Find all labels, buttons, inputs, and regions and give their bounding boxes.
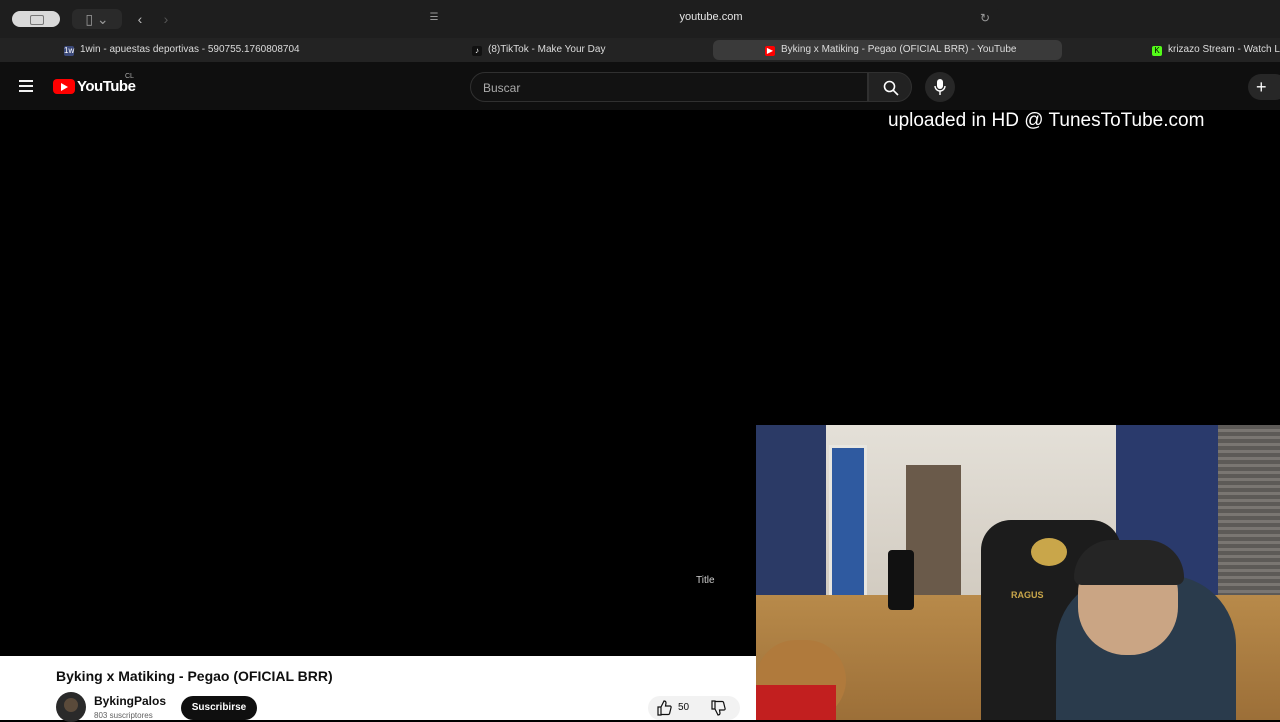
tab-label: (8)TikTok - Make Your Day — [488, 44, 606, 55]
tab-1win[interactable]: 1w 1win - apuestas deportivas - 590755.17… — [52, 40, 412, 60]
video-overlay-text: uploaded in HD @ TunesToTube.com — [888, 110, 1205, 131]
tab-kick[interactable]: Kkrizazo Stream - Watch L — [1140, 40, 1280, 60]
youtube-header: YouTube CL Buscar + — [0, 62, 1280, 110]
youtube-play-icon — [53, 79, 75, 94]
voice-search-button[interactable] — [925, 72, 955, 102]
tab-youtube-active[interactable]: ▶ Byking x Matiking - Pegao (OFICIAL BRR)… — [713, 40, 1062, 60]
webcam-closet — [906, 465, 961, 605]
search-input[interactable]: Buscar — [470, 72, 868, 102]
plus-icon: + — [1256, 77, 1267, 97]
webcam-speaker — [888, 550, 914, 610]
microphone-icon — [934, 79, 946, 95]
channel-avatar[interactable] — [56, 692, 86, 722]
thumbs-down-icon[interactable] — [710, 700, 726, 716]
create-button[interactable]: + — [1248, 74, 1280, 100]
search-button[interactable] — [868, 72, 912, 102]
player-title-hint: Title — [696, 575, 715, 586]
search-placeholder: Buscar — [483, 81, 521, 95]
tab-label: 1win - apuestas deportivas - 590755.1760… — [80, 44, 300, 55]
channel-name[interactable]: BykingPalos — [94, 694, 166, 708]
chair-brand-text: RAGUS — [1011, 590, 1044, 600]
reload-icon[interactable]: ↻ — [980, 11, 994, 25]
logo-text: YouTube — [77, 78, 136, 95]
tab-label: Byking x Matiking - Pegao (OFICIAL BRR) … — [781, 44, 1017, 55]
browser-toolbar: ▯ ⌄ ‹ › ☰ youtube.com ↻ — [0, 0, 1280, 38]
menu-icon[interactable] — [19, 79, 35, 93]
thumbs-up-icon[interactable] — [656, 700, 672, 716]
streamer-cap — [1074, 540, 1184, 585]
video-info-panel: Byking x Matiking - Pegao (OFICIAL BRR) … — [0, 656, 756, 722]
url-text: youtube.com — [679, 11, 743, 23]
country-code: CL — [125, 73, 134, 80]
chair-logo — [1031, 538, 1067, 566]
subscriber-count: 803 suscriptores — [94, 711, 153, 720]
window-controls[interactable] — [12, 11, 60, 27]
tab-favicon: ♪ — [472, 46, 482, 56]
subscribe-button[interactable]: Suscribirse — [181, 696, 257, 720]
teddy-bear-shirt — [756, 685, 836, 720]
tab-favicon: K — [1152, 46, 1162, 56]
tab-favicon: 1w — [64, 46, 75, 56]
forward-button[interactable]: › — [156, 9, 176, 29]
webcam-door — [829, 445, 867, 600]
video-title: Byking x Matiking - Pegao (OFICIAL BRR) — [56, 668, 333, 684]
back-button[interactable]: ‹ — [130, 9, 150, 29]
search-icon — [883, 80, 899, 96]
tab-favicon: ▶ — [765, 46, 775, 56]
address-bar[interactable]: ☰ youtube.com ↻ — [422, 8, 1000, 30]
tab-bar: 1w 1win - apuestas deportivas - 590755.17… — [0, 38, 1280, 62]
sidebar-toggle-button[interactable]: ▯ ⌄ — [72, 9, 122, 29]
tab-label: krizazo Stream - Watch L — [1168, 44, 1280, 55]
tab-tiktok[interactable]: ♪ (8)TikTok - Make Your Day — [460, 40, 710, 60]
like-count: 50 — [678, 702, 690, 713]
like-dislike-group: 50 — [648, 696, 740, 720]
webcam-overlay: RAGUS — [756, 425, 1280, 720]
